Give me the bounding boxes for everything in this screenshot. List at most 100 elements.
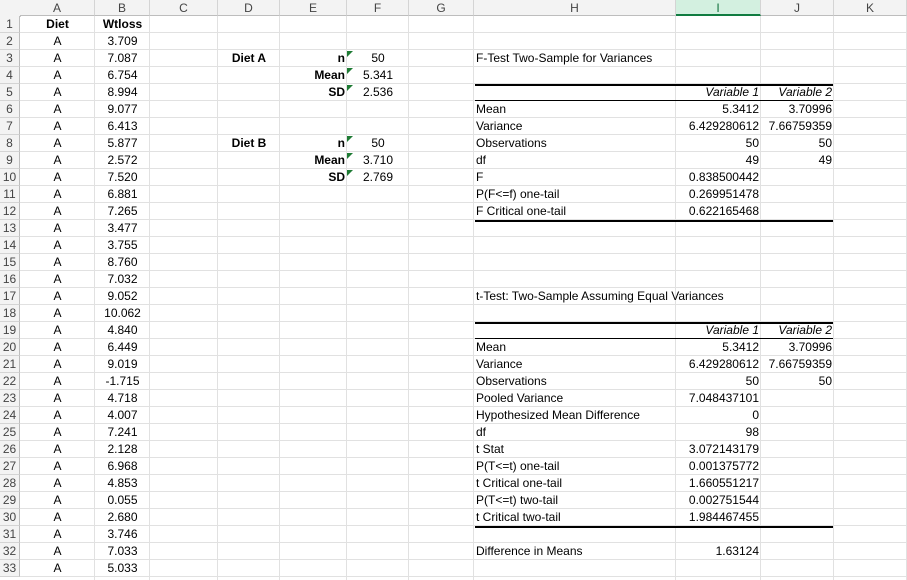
ttest-variable-2-value[interactable]: 7.66759359 bbox=[761, 356, 834, 373]
n-label[interactable]: n bbox=[280, 135, 347, 152]
column-header-c[interactable]: C bbox=[150, 0, 218, 16]
mean-label[interactable]: Mean bbox=[280, 67, 347, 84]
header-diet[interactable]: Diet bbox=[20, 16, 95, 33]
wtloss-cell[interactable]: 3.709 bbox=[95, 33, 150, 50]
row-header-12[interactable]: 12 bbox=[0, 203, 20, 220]
error-indicator-icon[interactable] bbox=[347, 136, 353, 142]
diet-cell[interactable]: A bbox=[20, 492, 95, 509]
ftest-variable-2-value[interactable]: 7.66759359 bbox=[761, 118, 834, 135]
ftest-row-label[interactable]: df bbox=[474, 152, 676, 169]
row-header-27[interactable]: 27 bbox=[0, 458, 20, 475]
n-label[interactable]: n bbox=[280, 50, 347, 67]
sd-value[interactable]: 2.769 bbox=[347, 169, 409, 186]
ttest-variable-1-value[interactable]: 7.048437101 bbox=[676, 390, 761, 407]
column-header-g[interactable]: G bbox=[409, 0, 474, 16]
select-all-corner[interactable] bbox=[0, 0, 21, 17]
wtloss-cell[interactable]: 2.128 bbox=[95, 441, 150, 458]
row-header-18[interactable]: 18 bbox=[0, 305, 20, 322]
diet-cell[interactable]: A bbox=[20, 33, 95, 50]
diet-cell[interactable]: A bbox=[20, 475, 95, 492]
ttest-variable-2-value[interactable]: 3.70996 bbox=[761, 339, 834, 356]
ftest-variable-2-header[interactable]: Variable 2 bbox=[761, 84, 834, 101]
diet-cell[interactable]: A bbox=[20, 84, 95, 101]
wtloss-cell[interactable]: 7.265 bbox=[95, 203, 150, 220]
wtloss-cell[interactable]: 9.077 bbox=[95, 101, 150, 118]
column-header-h[interactable]: H bbox=[474, 0, 676, 16]
ttest-variable-1-value[interactable]: 98 bbox=[676, 424, 761, 441]
ftest-variable-2-value[interactable] bbox=[761, 203, 834, 220]
wtloss-cell[interactable]: 3.477 bbox=[95, 220, 150, 237]
wtloss-cell[interactable]: 7.241 bbox=[95, 424, 150, 441]
column-header-i[interactable]: I bbox=[676, 0, 761, 16]
diet-cell[interactable]: A bbox=[20, 288, 95, 305]
diet-cell[interactable]: A bbox=[20, 237, 95, 254]
wtloss-cell[interactable]: 8.760 bbox=[95, 254, 150, 271]
ftest-row-label[interactable]: F Critical one-tail bbox=[474, 203, 676, 220]
wtloss-cell[interactable]: 6.968 bbox=[95, 458, 150, 475]
row-header-2[interactable]: 2 bbox=[0, 33, 20, 50]
wtloss-cell[interactable]: 7.032 bbox=[95, 271, 150, 288]
ttest-variable-1-value[interactable]: 0.001375772 bbox=[676, 458, 761, 475]
ttest-variable-1-header[interactable]: Variable 1 bbox=[676, 322, 761, 339]
sd-value[interactable]: 2.536 bbox=[347, 84, 409, 101]
row-header-1[interactable]: 1 bbox=[0, 16, 20, 33]
column-header-j[interactable]: J bbox=[761, 0, 834, 16]
ttest-row-label[interactable]: Observations bbox=[474, 373, 676, 390]
row-header-25[interactable]: 25 bbox=[0, 424, 20, 441]
diet-cell[interactable]: A bbox=[20, 543, 95, 560]
column-header-a[interactable]: A bbox=[20, 0, 95, 16]
row-header-3[interactable]: 3 bbox=[0, 50, 20, 67]
wtloss-cell[interactable]: 7.087 bbox=[95, 50, 150, 67]
row-header-7[interactable]: 7 bbox=[0, 118, 20, 135]
error-indicator-icon[interactable] bbox=[347, 51, 353, 57]
ttest-variable-2-value[interactable] bbox=[761, 441, 834, 458]
column-header-f[interactable]: F bbox=[347, 0, 409, 16]
wtloss-cell[interactable]: 6.449 bbox=[95, 339, 150, 356]
row-header-26[interactable]: 26 bbox=[0, 441, 20, 458]
ttest-variable-1-value[interactable]: 6.429280612 bbox=[676, 356, 761, 373]
diet-cell[interactable]: A bbox=[20, 135, 95, 152]
row-header-33[interactable]: 33 bbox=[0, 560, 20, 577]
ftest-variable-1-value[interactable]: 0.269951478 bbox=[676, 186, 761, 203]
diet-cell[interactable]: A bbox=[20, 526, 95, 543]
column-header-e[interactable]: E bbox=[280, 0, 347, 16]
difference-in-means-value[interactable]: 1.63124 bbox=[676, 543, 761, 560]
diet-cell[interactable]: A bbox=[20, 356, 95, 373]
ttest-variable-2-value[interactable] bbox=[761, 390, 834, 407]
wtloss-cell[interactable]: 9.052 bbox=[95, 288, 150, 305]
ttest-row-label[interactable]: Hypothesized Mean Difference bbox=[474, 407, 676, 424]
wtloss-cell[interactable]: 4.007 bbox=[95, 407, 150, 424]
ttest-variable-2-value[interactable] bbox=[761, 424, 834, 441]
ttest-variable-2-value[interactable] bbox=[761, 492, 834, 509]
row-header-4[interactable]: 4 bbox=[0, 67, 20, 84]
diet-cell[interactable]: A bbox=[20, 67, 95, 84]
wtloss-cell[interactable]: 5.033 bbox=[95, 560, 150, 577]
diet-cell[interactable]: A bbox=[20, 373, 95, 390]
ttest-row-label[interactable]: P(T<=t) one-tail bbox=[474, 458, 676, 475]
ftest-variable-1-value[interactable]: 5.3412 bbox=[676, 101, 761, 118]
ftest-variable-2-value[interactable] bbox=[761, 186, 834, 203]
ftest-row-label[interactable]: Mean bbox=[474, 101, 676, 118]
ttest-variable-1-value[interactable]: 1.984467455 bbox=[676, 509, 761, 526]
diet-cell[interactable]: A bbox=[20, 305, 95, 322]
row-header-22[interactable]: 22 bbox=[0, 373, 20, 390]
ttest-variable-2-value[interactable]: 50 bbox=[761, 373, 834, 390]
ttest-variable-1-value[interactable]: 1.660551217 bbox=[676, 475, 761, 492]
row-header-13[interactable]: 13 bbox=[0, 220, 20, 237]
ttest-row-label[interactable]: t Critical two-tail bbox=[474, 509, 676, 526]
ftest-row-label[interactable]: P(F<=f) one-tail bbox=[474, 186, 676, 203]
wtloss-cell[interactable]: 8.994 bbox=[95, 84, 150, 101]
ftest-variable-1-value[interactable]: 49 bbox=[676, 152, 761, 169]
error-indicator-icon[interactable] bbox=[347, 153, 353, 159]
row-header-28[interactable]: 28 bbox=[0, 475, 20, 492]
difference-in-means-label[interactable]: Difference in Means bbox=[474, 543, 676, 560]
mean-value[interactable]: 3.710 bbox=[347, 152, 409, 169]
sd-label[interactable]: SD bbox=[280, 84, 347, 101]
row-header-17[interactable]: 17 bbox=[0, 288, 20, 305]
error-indicator-icon[interactable] bbox=[347, 68, 353, 74]
wtloss-cell[interactable]: 6.754 bbox=[95, 67, 150, 84]
row-header-6[interactable]: 6 bbox=[0, 101, 20, 118]
ttest-variable-1-value[interactable]: 0.002751544 bbox=[676, 492, 761, 509]
ttest-row-label[interactable]: Mean bbox=[474, 339, 676, 356]
ftest-variable-2-value[interactable]: 50 bbox=[761, 135, 834, 152]
